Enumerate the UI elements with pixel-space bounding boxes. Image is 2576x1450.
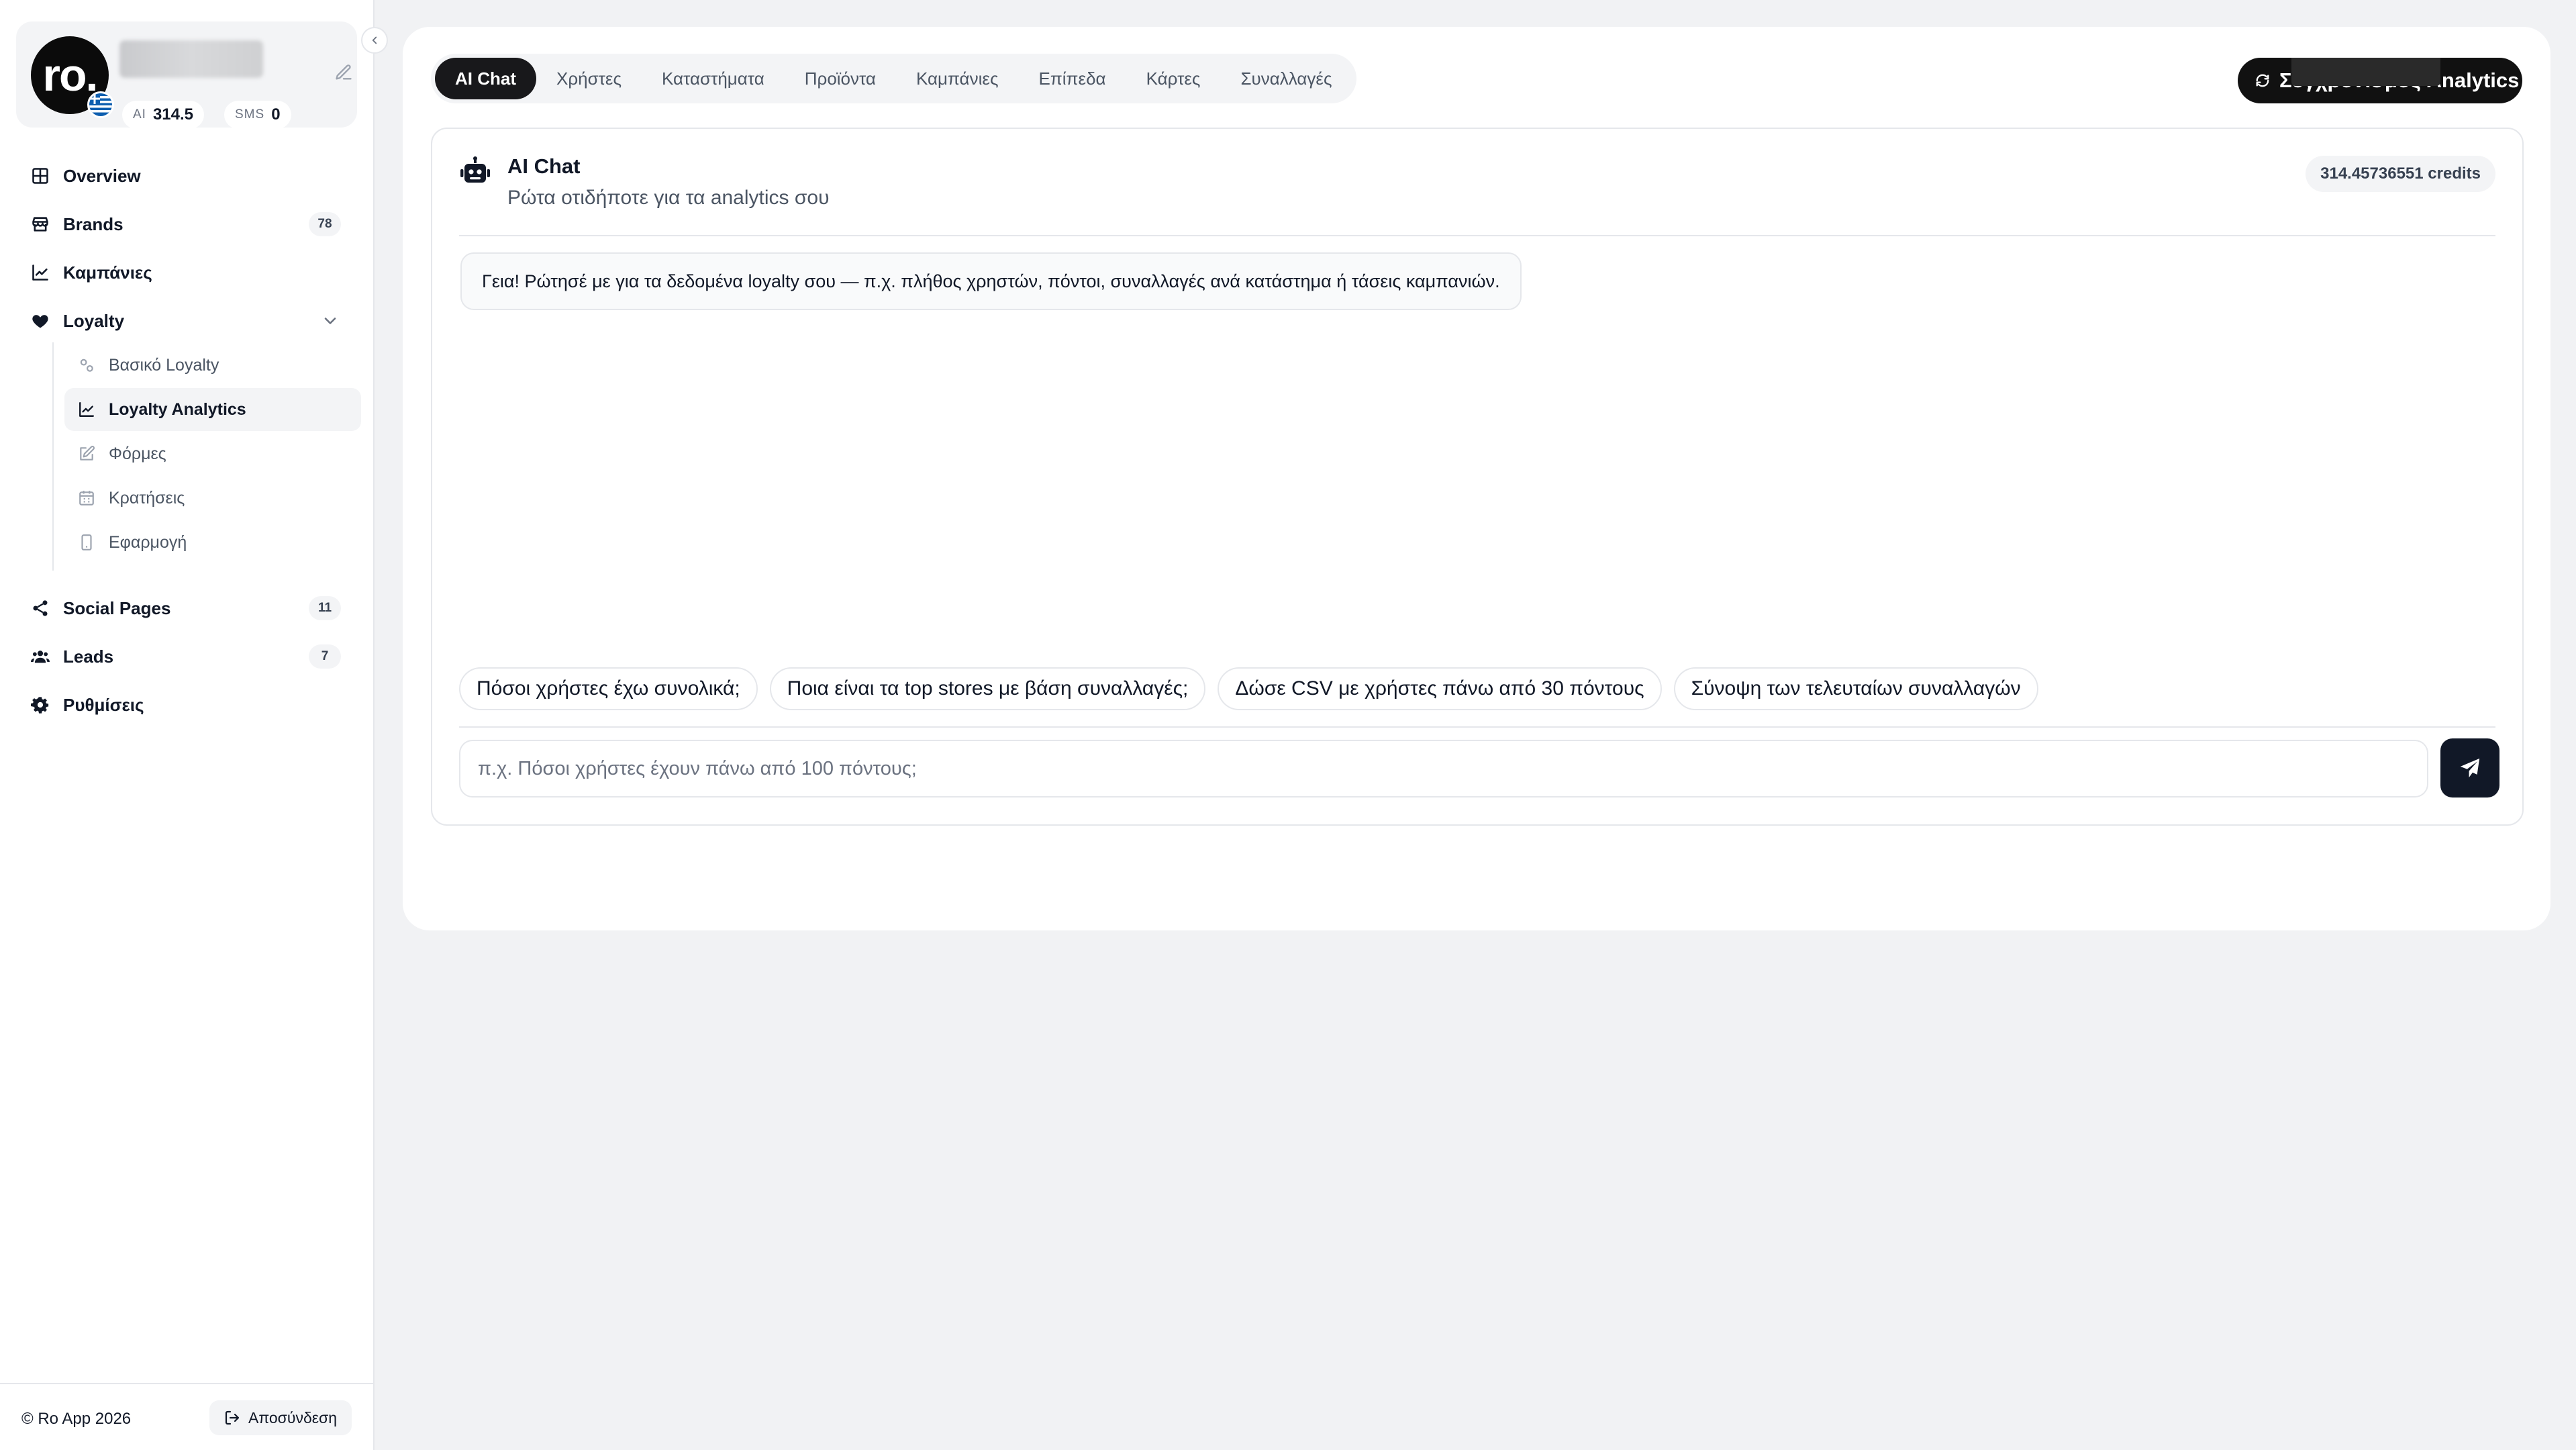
sms-credits-pill: SMS 0 [224,101,291,129]
chat-subtitle: Ρώτα οτιδήποτε για τα analytics σου [507,187,830,209]
send-button[interactable] [2440,738,2499,798]
logout-icon [225,1410,240,1425]
brands-count-badge: 78 [309,212,341,236]
tab-stores[interactable]: Καταστήματα [642,58,785,99]
sidebar-subitem-label: Κρατήσεις [109,488,185,508]
chat-title: AI Chat [507,154,581,178]
refresh-icon [2256,74,2269,87]
gear-icon [31,697,49,714]
sidebar-subitem-loyalty-analytics[interactable]: Loyalty Analytics [64,388,361,431]
chevron-down-icon[interactable] [321,311,340,330]
robot-icon [460,156,490,183]
tab-levels[interactable]: Επίπεδα [1019,58,1126,99]
sidebar-item-label: Καμπάνιες [63,262,152,283]
smartphone-icon [81,534,92,550]
credits-badge: 314.45736551 credits [2306,156,2495,192]
app-root: ro. AI 314.5 SMS 0 Overview Brands 78 Κα… [0,0,2576,1450]
input-divider [459,726,2495,728]
chevron-left-icon [372,36,377,44]
sidebar-subitem-basic-loyalty[interactable]: Βασικό Loyalty [64,344,361,387]
pencil-icon[interactable] [334,63,353,82]
calendar-icon [79,491,94,505]
sidebar-item-overview[interactable]: Overview [17,156,358,196]
sidebar-subitem-bookings[interactable]: Κρατήσεις [64,477,361,520]
sidebar-item-label: Leads [63,646,114,667]
grid-icon [32,168,48,184]
profile-card: ro. AI 314.5 SMS 0 [16,21,357,129]
sidebar-item-campaigns[interactable]: Καμπάνιες [17,252,358,293]
sidebar-item-settings[interactable]: Ρυθμίσεις [17,685,358,725]
ai-credits-label: AI [133,107,146,122]
sidebar-item-label: Brands [63,213,123,234]
logout-label: Αποσύνδεση [248,1408,337,1427]
line-chart-icon [79,402,94,417]
copyright-text: © Ro App 2026 [21,1410,132,1428]
sidebar-item-label: Overview [63,165,141,186]
redaction-bar [2291,58,2440,86]
users-icon [31,650,50,663]
suggestion-chip[interactable]: Σύνοψη των τελευταίων συναλλαγών [1673,667,2038,710]
sidebar-item-loyalty[interactable]: Loyalty [17,301,358,341]
sidebar-footer: © Ro App 2026 Αποσύνδεση [0,1383,375,1450]
assistant-message: Γεια! Ρώτησέ με για τα δεδομένα loyalty … [460,252,1522,310]
sidebar-subitem-forms[interactable]: Φόρμες [64,432,361,475]
logo-text: ro [42,50,87,101]
ai-credits-value: 314.5 [152,105,194,124]
tab-products[interactable]: Προϊόντα [785,58,896,99]
analytics-tabs: AI Chat Χρήστες Καταστήματα Προϊόντα Καμ… [431,54,1356,103]
store-icon [32,217,48,232]
main-panel: AI Chat Χρήστες Καταστήματα Προϊόντα Καμ… [403,27,2550,930]
sidebar-subitem-label: Εφαρμογή [109,532,187,552]
profile-name-redacted [119,40,263,78]
social-pages-count-badge: 11 [309,596,341,620]
sidebar-item-label: Ρυθμίσεις [63,694,144,715]
sidebar-item-label: Social Pages [63,597,171,618]
suggestion-chip[interactable]: Ποια είναι τα top stores με βάση συναλλα… [769,667,1206,710]
sync-analytics-button[interactable]: Συγχρονισμός Analytics [2238,58,2522,103]
suggestion-chips: Πόσοι χρήστες έχω συνολικά; Ποια είναι τ… [459,667,2038,710]
sidebar-subitem-app[interactable]: Εφαρμογή [64,521,361,564]
send-icon [2460,758,2480,778]
sidebar-item-social-pages[interactable]: Social Pages 11 [17,588,358,628]
sidebar-item-brands[interactable]: Brands 78 [17,204,358,244]
line-chart-icon [32,264,48,281]
sidebar-item-label: Loyalty [63,310,125,331]
tab-ai-chat[interactable]: AI Chat [435,58,536,99]
leads-count-badge: 7 [309,644,341,669]
collapse-sidebar-button[interactable] [361,27,388,54]
tab-users[interactable]: Χρήστες [536,58,642,99]
sidebar-item-leads[interactable]: Leads 7 [17,636,358,677]
chat-input[interactable] [459,740,2428,798]
sidebar-subitem-label: Loyalty Analytics [109,399,246,419]
tab-campaigns[interactable]: Καμπάνιες [896,58,1019,99]
ai-chat-card: AI Chat Ρώτα οτιδήποτε για τα analytics … [431,128,2524,826]
sidebar-subitem-label: Φόρμες [109,444,166,463]
chat-header: AI Chat Ρώτα οτιδήποτε για τα analytics … [459,153,2495,236]
sms-credits-label: SMS [235,107,265,122]
heart-icon [32,315,48,328]
sidebar-subitem-label: Βασικό Loyalty [109,355,219,375]
tab-transactions[interactable]: Συναλλαγές [1220,58,1352,99]
ai-credits-pill: AI 314.5 [122,101,205,129]
gears-icon [80,358,93,372]
sidebar: ro. AI 314.5 SMS 0 Overview Brands 78 Κα… [0,0,388,1450]
suggestion-chip[interactable]: Πόσοι χρήστες έχω συνολικά; [459,667,758,710]
share-icon [33,600,48,616]
submenu-rail [52,342,54,571]
suggestion-chip[interactable]: Δώσε CSV με χρήστες πάνω από 30 πόντους [1218,667,1662,710]
greek-flag-icon [87,91,114,118]
logout-button[interactable]: Αποσύνδεση [209,1400,352,1435]
sms-credits-value: 0 [271,105,281,124]
tab-cards[interactable]: Κάρτες [1126,58,1221,99]
edit-form-icon [80,446,95,461]
